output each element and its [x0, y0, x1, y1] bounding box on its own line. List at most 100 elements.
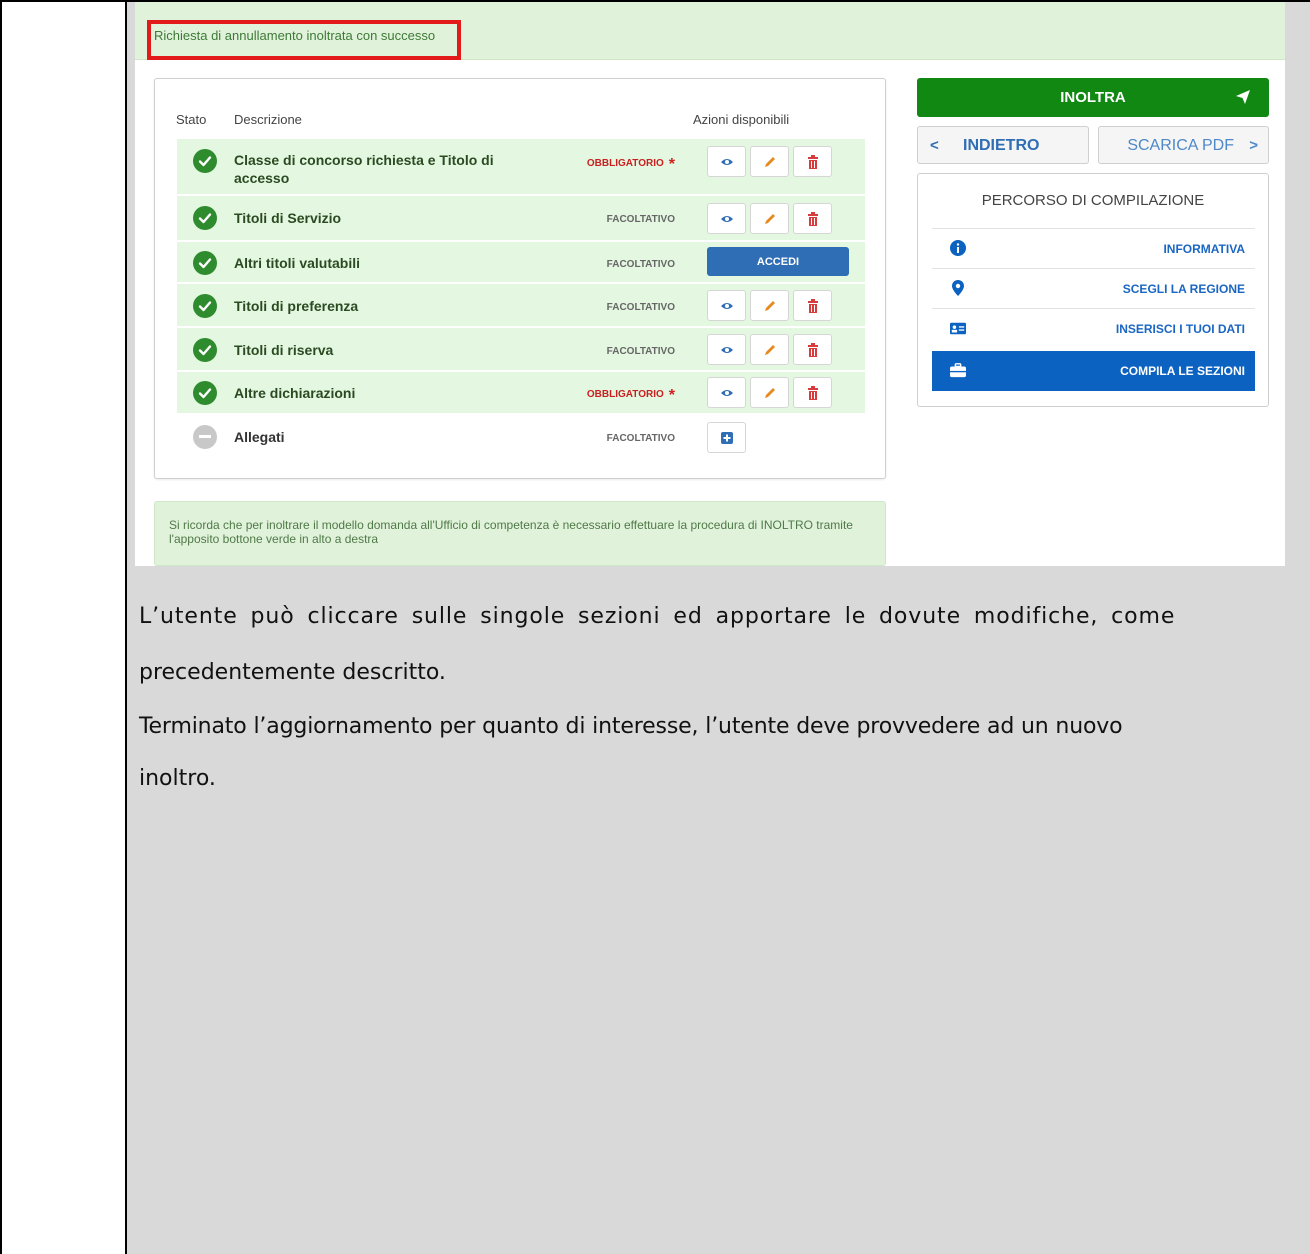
requirement-badge: OBBLIGATORIO *	[587, 387, 675, 405]
edit-button[interactable]	[750, 146, 789, 177]
section-label: Titoli di Servizio	[234, 210, 342, 226]
step-label: SCEGLI LA REGIONE	[1122, 282, 1245, 296]
section-label: Titoli di preferenza	[234, 298, 359, 314]
eye-icon	[720, 302, 733, 309]
step-scegli-regione[interactable]: SCEGLI LA REGIONE	[932, 268, 1255, 308]
scarica-pdf-button[interactable]: SCARICA PDF >	[1098, 126, 1269, 164]
pencil-icon	[764, 213, 775, 224]
section-row-titoli-di-riserva[interactable]: Titoli di riserva FACOLTATIVO	[177, 326, 865, 370]
trash-icon	[807, 298, 818, 313]
row-actions	[707, 146, 832, 177]
pencil-icon	[764, 300, 775, 311]
delete-button[interactable]	[793, 290, 832, 321]
edit-button[interactable]	[750, 290, 789, 321]
panel-title: PERCORSO DI COMPILAZIONE	[981, 192, 1205, 209]
view-button[interactable]	[707, 203, 746, 234]
view-button[interactable]	[707, 334, 746, 365]
section-row-altre-dichiarazioni[interactable]: Altre dichiarazioni OBBLIGATORIO *	[177, 370, 865, 413]
edit-button[interactable]	[750, 203, 789, 234]
row-actions	[707, 377, 832, 408]
briefcase-icon	[950, 362, 966, 378]
step-informativa[interactable]: INFORMATIVA	[932, 228, 1255, 268]
section-row-altri-titoli[interactable]: Altri titoli valutabili FACOLTATIVO ACCE…	[177, 240, 865, 282]
send-icon	[1236, 90, 1250, 104]
section-label: Altri titoli valutabili	[234, 255, 361, 271]
mandatory-asterisk: *	[668, 387, 675, 404]
add-attachment-button[interactable]	[707, 422, 746, 453]
step-label: INFORMATIVA	[1163, 242, 1245, 256]
section-row-classe-di-concorso[interactable]: Classe di concorso richiesta e Titolo di…	[177, 137, 865, 194]
header-azioni: Azioni disponibili	[693, 112, 790, 127]
edit-button[interactable]	[750, 377, 789, 408]
check-circle-icon	[193, 338, 217, 362]
paragraph-1-line-2: precedentemente descritto.	[139, 660, 446, 685]
delete-button[interactable]	[793, 146, 832, 177]
trash-icon	[807, 385, 818, 400]
delete-button[interactable]	[793, 203, 832, 234]
info-note-text: Si ricorda che per inoltrare il modello …	[169, 518, 853, 546]
requirement-text: OBBLIGATORIO	[586, 158, 664, 169]
eye-icon	[720, 158, 733, 165]
section-row-titoli-di-preferenza[interactable]: Titoli di preferenza FACOLTATIVO	[177, 282, 865, 326]
trash-icon	[807, 211, 818, 226]
header-descrizione: Descrizione	[234, 112, 302, 127]
map-pin-icon	[950, 280, 966, 296]
sections-card: Stato Descrizione Azioni disponibili Cla…	[154, 78, 886, 479]
row-actions	[707, 290, 832, 321]
check-circle-icon	[193, 251, 217, 275]
paragraph-1-line-1: L’utente può cliccare sulle singole sezi…	[139, 604, 1176, 629]
pencil-icon	[764, 344, 775, 355]
section-row-allegati[interactable]: Allegati FACOLTATIVO	[177, 413, 865, 457]
check-circle-icon	[193, 381, 217, 405]
requirement-text: OBBLIGATORIO	[586, 389, 664, 400]
minus-circle-icon	[193, 425, 217, 449]
view-button[interactable]	[707, 377, 746, 408]
row-actions	[707, 203, 832, 234]
scarica-pdf-label: SCARICA PDF	[1127, 137, 1234, 154]
pencil-icon	[764, 156, 775, 167]
step-label: INSERISCI I TUOI DATI	[1115, 322, 1245, 336]
eye-icon	[720, 346, 733, 353]
delete-button[interactable]	[793, 377, 832, 408]
row-actions	[707, 334, 832, 365]
red-highlight-box	[147, 20, 461, 60]
requirement-text: FACOLTATIVO	[606, 346, 675, 357]
application-screenshot: Richiesta di annullamento inoltrata con …	[135, 2, 1285, 566]
section-label: Allegati	[234, 429, 285, 445]
chevron-left-icon: <	[930, 137, 939, 154]
edit-button[interactable]	[750, 334, 789, 365]
indietro-label: INDIETRO	[963, 137, 1040, 154]
paragraph-2-line-2: inoltro.	[139, 766, 216, 791]
header-stato: Stato	[176, 112, 207, 127]
check-circle-icon	[193, 149, 217, 173]
requirement-text: FACOLTATIVO	[606, 302, 675, 313]
requirement-badge: OBBLIGATORIO *	[587, 156, 675, 174]
step-inserisci-dati[interactable]: INSERISCI I TUOI DATI	[932, 308, 1255, 348]
requirement-text: FACOLTATIVO	[606, 259, 675, 270]
mandatory-asterisk: *	[668, 156, 675, 173]
section-label: Titoli di riserva	[234, 342, 334, 358]
view-button[interactable]	[707, 290, 746, 321]
requirement-text: FACOLTATIVO	[606, 214, 675, 225]
plus-square-icon	[720, 431, 733, 444]
section-row-titoli-di-servizio[interactable]: Titoli di Servizio FACOLTATIVO	[177, 194, 865, 240]
section-label: Altre dichiarazioni	[234, 385, 356, 401]
view-button[interactable]	[707, 146, 746, 177]
row-actions	[707, 422, 746, 453]
chevron-right-icon: >	[1249, 137, 1258, 154]
delete-button[interactable]	[793, 334, 832, 365]
info-icon	[950, 240, 966, 256]
percorso-panel: PERCORSO DI COMPILAZIONE INFORMATIVA SCE…	[917, 173, 1269, 407]
trash-icon	[807, 342, 818, 357]
step-compila-sezioni[interactable]: COMPILA LE SEZIONI	[932, 351, 1255, 391]
indietro-button[interactable]: < INDIETRO	[917, 126, 1089, 164]
inoltra-label: INOLTRA	[1060, 89, 1126, 106]
requirement-text: FACOLTATIVO	[606, 433, 675, 444]
pencil-icon	[764, 387, 775, 398]
inoltra-button[interactable]: INOLTRA	[917, 78, 1269, 117]
accedi-button[interactable]: ACCEDI	[707, 247, 849, 276]
eye-icon	[720, 389, 733, 396]
trash-icon	[807, 154, 818, 169]
id-card-icon	[950, 320, 966, 336]
eye-icon	[720, 215, 733, 222]
